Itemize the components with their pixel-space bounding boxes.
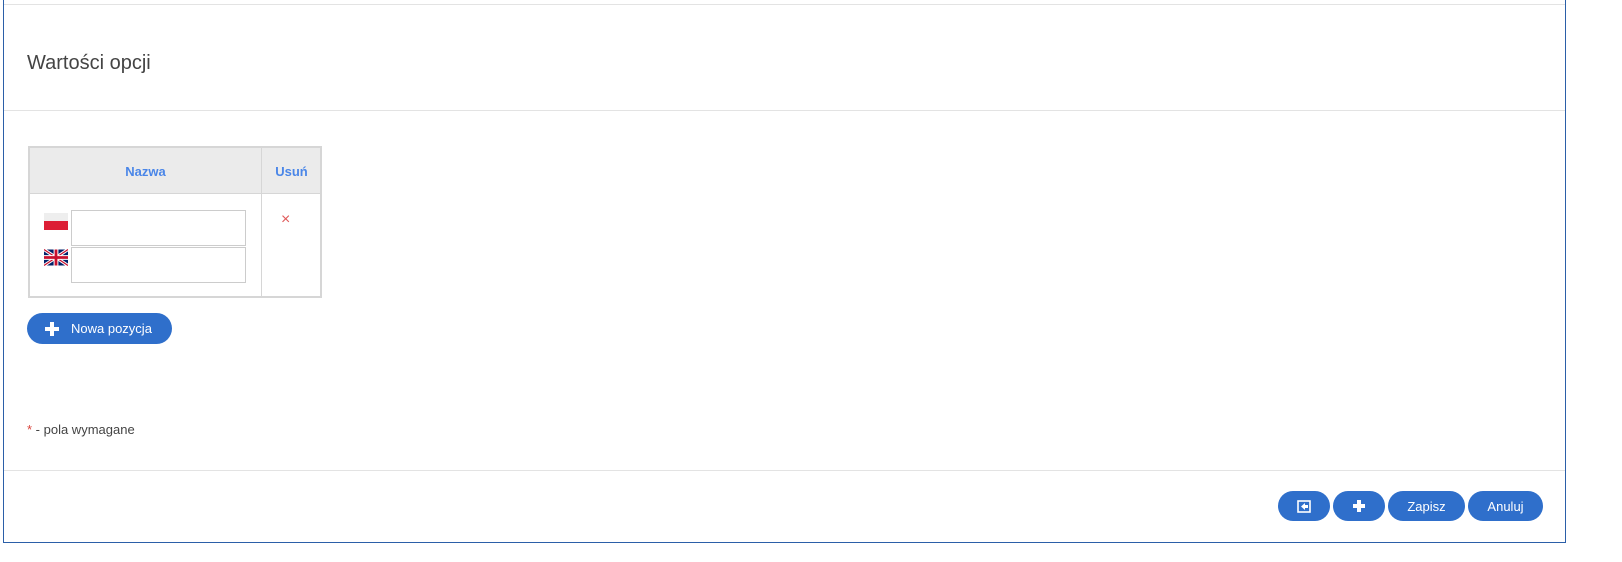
table-header: Nazwa Usuń <box>30 148 320 194</box>
new-item-button[interactable]: Nowa pozycja <box>27 313 172 344</box>
back-button[interactable] <box>1278 491 1330 521</box>
column-header-delete: Usuń <box>275 163 308 179</box>
section-title: Wartości opcji <box>27 52 151 74</box>
column-header-name[interactable]: Nazwa <box>30 148 261 194</box>
new-item-label: Nowa pozycja <box>71 321 152 336</box>
cancel-button[interactable]: Anuluj <box>1468 491 1543 521</box>
uk-flag-icon <box>44 249 68 266</box>
form-panel: Wartości opcji Nazwa Usuń × Nowa pozycja… <box>3 0 1566 543</box>
name-input-pl[interactable] <box>71 210 246 246</box>
top-divider <box>4 4 1565 5</box>
required-note-text: - pola wymagane <box>32 422 135 437</box>
required-fields-note: * - pola wymagane <box>27 422 135 437</box>
option-values-table: Nazwa Usuń × <box>28 146 322 298</box>
name-input-en[interactable] <box>71 247 246 283</box>
footer-divider <box>4 470 1565 471</box>
save-button[interactable]: Zapisz <box>1388 491 1465 521</box>
plus-icon <box>1353 500 1365 512</box>
title-divider <box>4 110 1565 111</box>
add-button[interactable] <box>1333 491 1385 521</box>
plus-icon <box>45 321 59 336</box>
poland-flag-icon <box>44 213 68 230</box>
column-divider <box>261 148 262 296</box>
delete-row-icon[interactable]: × <box>281 212 290 228</box>
back-arrow-icon <box>1297 499 1311 513</box>
